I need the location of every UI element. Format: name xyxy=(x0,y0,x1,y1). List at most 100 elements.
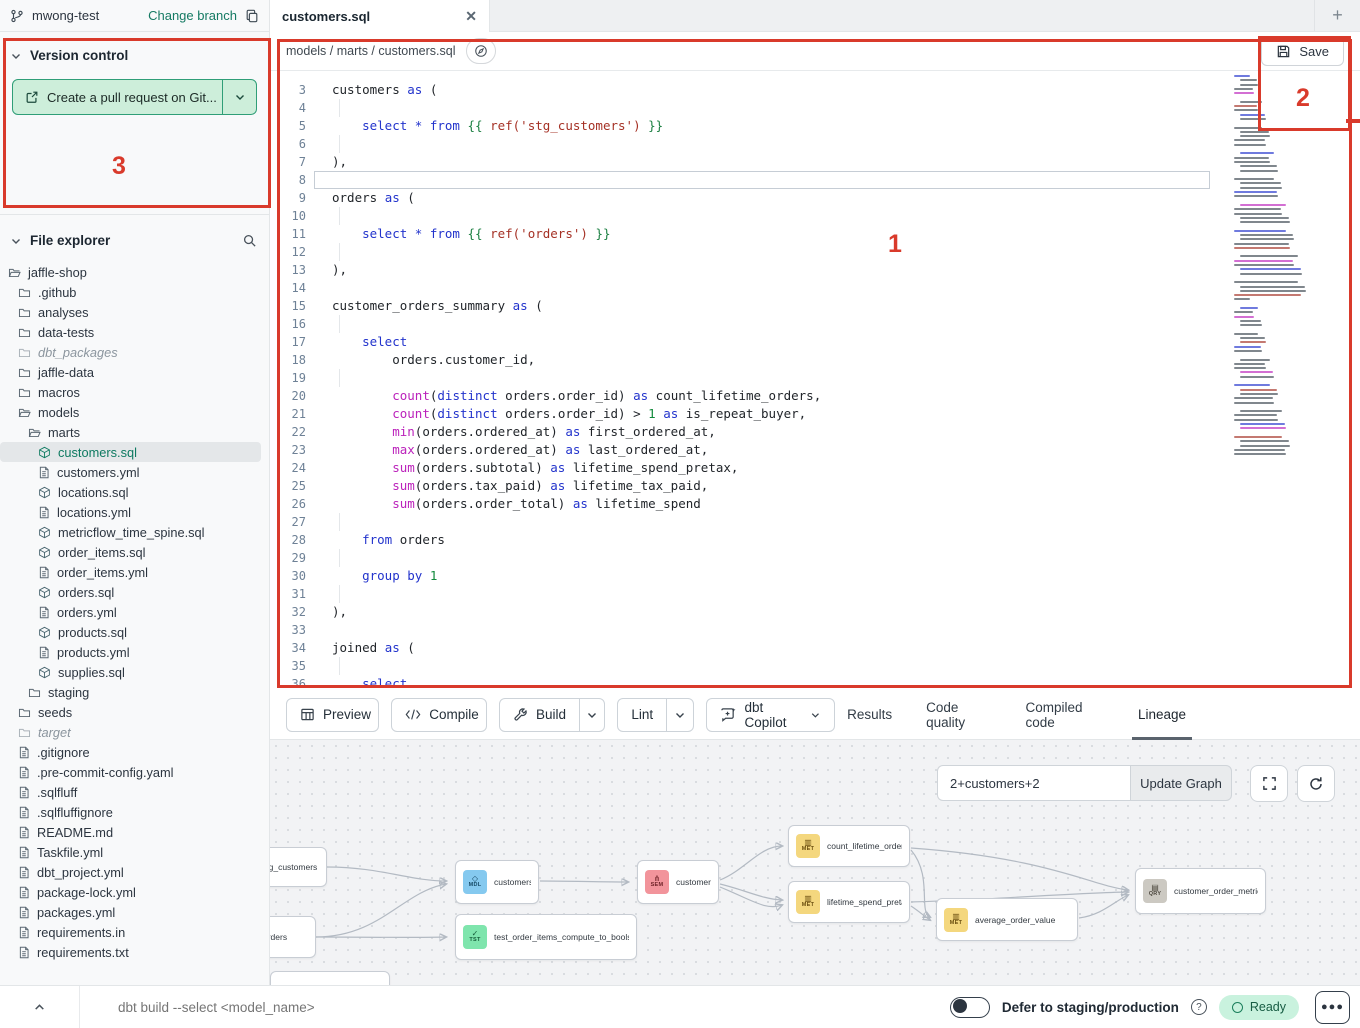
tab-code-quality[interactable]: Code quality xyxy=(926,690,991,740)
file-tree-item-.pre-commit-config.yaml[interactable]: .pre-commit-config.yaml xyxy=(0,762,261,782)
lineage-node-average_order_value[interactable]: ▥METaverage_order_value xyxy=(936,898,1078,941)
lineage-filter-input[interactable] xyxy=(937,765,1130,801)
tab-lineage[interactable]: Lineage xyxy=(1138,690,1186,740)
file-tree-item-staging[interactable]: staging xyxy=(0,682,261,702)
file-tree-item-products.yml[interactable]: products.yml xyxy=(0,642,261,662)
file-tree-item-data-tests[interactable]: data-tests xyxy=(0,322,261,342)
chevron-down-icon xyxy=(10,50,22,62)
build-dropdown-caret[interactable] xyxy=(579,699,604,731)
file-explorer-header[interactable]: File explorer xyxy=(0,215,269,258)
lineage-node-customers[interactable]: ⋔SEMcustomers xyxy=(637,860,719,904)
file-explorer-title: File explorer xyxy=(30,233,110,248)
minimap[interactable] xyxy=(1232,75,1316,463)
file-tree-item-orders.yml[interactable]: orders.yml xyxy=(0,602,261,622)
tst-badge-icon: ✓TST xyxy=(463,925,487,949)
file-tree-item-dbt_packages[interactable]: dbt_packages xyxy=(0,342,261,362)
lineage-node-customers[interactable]: ◇MDLcustomers xyxy=(455,860,539,904)
file-tree-item-analyses[interactable]: analyses xyxy=(0,302,261,322)
file-tree-item-README.md[interactable]: README.md xyxy=(0,822,261,842)
file-tree-item-seeds[interactable]: seeds xyxy=(0,702,261,722)
code-text: customer_orders_summary as ( xyxy=(314,297,543,315)
tab-customers-sql[interactable]: customers.sql ✕ xyxy=(270,0,490,32)
file-tree-item-models[interactable]: models xyxy=(0,402,261,422)
compile-button[interactable]: Compile xyxy=(391,698,487,732)
new-tab-button[interactable]: + xyxy=(1314,0,1360,31)
copy-branch-icon[interactable] xyxy=(245,9,259,23)
create-pr-dropdown-caret[interactable] xyxy=(222,80,256,114)
fullscreen-button[interactable] xyxy=(1250,765,1288,802)
file-tree-item-package-lock.yml[interactable]: package-lock.yml xyxy=(0,882,261,902)
create-pr-button[interactable]: Create a pull request on Git... xyxy=(13,80,222,114)
file-tree-item-.github[interactable]: .github xyxy=(0,282,261,302)
refresh-button[interactable] xyxy=(1297,765,1335,802)
file-tree-item-packages.yml[interactable]: packages.yml xyxy=(0,902,261,922)
file-icon xyxy=(38,606,50,619)
file-label: metricflow_time_spine.sql xyxy=(58,525,205,540)
file-tree-item-.sqlfluff[interactable]: .sqlfluff xyxy=(0,782,261,802)
code-line-6: 6 xyxy=(270,135,1360,153)
file-tree-item-macros[interactable]: macros xyxy=(0,382,261,402)
code-editor[interactable]: 3customers as (45 select * from {{ ref('… xyxy=(270,71,1360,690)
lint-dropdown-caret[interactable] xyxy=(666,699,693,731)
lineage-node-partial[interactable] xyxy=(270,971,390,985)
file-icon xyxy=(18,826,30,839)
version-control-header[interactable]: Version control xyxy=(0,32,269,71)
change-branch-link[interactable]: Change branch xyxy=(148,8,237,23)
file-tree-item-.sqlfluffignore[interactable]: .sqlfluffignore xyxy=(0,802,261,822)
create-pr-label: Create a pull request on Git... xyxy=(47,90,217,105)
copilot-compass-icon[interactable] xyxy=(466,38,496,64)
command-input[interactable] xyxy=(118,1000,678,1015)
lineage-node-label: stg_customers xyxy=(270,862,317,872)
more-options-button[interactable]: ●●● xyxy=(1315,991,1350,1024)
lineage-canvas[interactable]: ◇MDLstg_customers ◇MDLorders ◇MDLcustomers… xyxy=(270,740,1360,985)
defer-toggle[interactable] xyxy=(950,997,990,1018)
file-tree-item-locations.sql[interactable]: locations.sql xyxy=(0,482,261,502)
lint-button[interactable]: Lint xyxy=(618,699,666,731)
save-button[interactable]: Save xyxy=(1261,36,1344,66)
file-label: customers.yml xyxy=(57,465,139,480)
file-tree-item-requirements.in[interactable]: requirements.in xyxy=(0,922,261,942)
file-tree-item-requirements.txt[interactable]: requirements.txt xyxy=(0,942,261,962)
file-tree-item-customers.sql[interactable]: customers.sql xyxy=(0,442,261,462)
tab-compiled-code[interactable]: Compiled code xyxy=(1025,690,1103,740)
code-text xyxy=(314,369,332,387)
code-text: sum(orders.tax_paid) as lifetime_tax_pai… xyxy=(314,477,708,495)
code-text: joined as ( xyxy=(314,639,415,657)
close-tab-icon[interactable]: ✕ xyxy=(465,8,477,25)
file-tree-item-products.sql[interactable]: products.sql xyxy=(0,622,261,642)
file-tree-item-supplies.sql[interactable]: supplies.sql xyxy=(0,662,261,682)
code-text xyxy=(314,207,332,225)
file-tree-item-target[interactable]: target xyxy=(0,722,261,742)
search-icon[interactable] xyxy=(242,233,257,248)
code-line-7: 7), xyxy=(270,153,1360,171)
file-tree-item-Taskfile.yml[interactable]: Taskfile.yml xyxy=(0,842,261,862)
file-tree-item-customers.yml[interactable]: customers.yml xyxy=(0,462,261,482)
file-tree-item-.gitignore[interactable]: .gitignore xyxy=(0,742,261,762)
tab-results[interactable]: Results xyxy=(847,690,892,740)
file-tree-item-jaffle-data[interactable]: jaffle-data xyxy=(0,362,261,382)
dbt-copilot-button[interactable]: dbt Copilot xyxy=(706,698,835,732)
build-button[interactable]: Build xyxy=(500,699,579,731)
line-number: 16 xyxy=(270,315,314,333)
file-tree-item-order_items.yml[interactable]: order_items.yml xyxy=(0,562,261,582)
lineage-node-stg_customers[interactable]: ◇MDLstg_customers xyxy=(270,847,327,887)
file-tree-item-order_items.sql[interactable]: order_items.sql xyxy=(0,542,261,562)
help-icon[interactable]: ? xyxy=(1191,999,1207,1015)
chevron-up-icon[interactable] xyxy=(0,986,80,1028)
file-tree-item-metricflow_time_spine.sql[interactable]: metricflow_time_spine.sql xyxy=(0,522,261,542)
update-graph-button[interactable]: Update Graph xyxy=(1130,765,1232,801)
lineage-node-test_order_items_compute_to_bools...[interactable]: ✓TSTtest_order_items_compute_to_bools... xyxy=(455,914,637,960)
folder-open-icon xyxy=(18,406,31,419)
file-tree-item-locations.yml[interactable]: locations.yml xyxy=(0,502,261,522)
file-tree-item-jaffle-shop[interactable]: jaffle-shop xyxy=(0,262,261,282)
lineage-node-orders[interactable]: ◇MDLorders xyxy=(270,916,316,958)
lineage-node-customer_order_metrics[interactable]: ▤QRYcustomer_order_metrics xyxy=(1135,868,1266,914)
file-tree-item-marts[interactable]: marts xyxy=(0,422,261,442)
lineage-node-count_lifetime_orders[interactable]: ▥METcount_lifetime_orders xyxy=(788,825,910,867)
code-text xyxy=(314,549,332,567)
preview-button[interactable]: Preview xyxy=(286,698,379,732)
file-tree-item-dbt_project.yml[interactable]: dbt_project.yml xyxy=(0,862,261,882)
file-tree-item-orders.sql[interactable]: orders.sql xyxy=(0,582,261,602)
lineage-node-lifetime_spend_pretax[interactable]: ▥METlifetime_spend_pretax xyxy=(788,881,910,923)
file-label: jaffle-data xyxy=(38,365,94,380)
